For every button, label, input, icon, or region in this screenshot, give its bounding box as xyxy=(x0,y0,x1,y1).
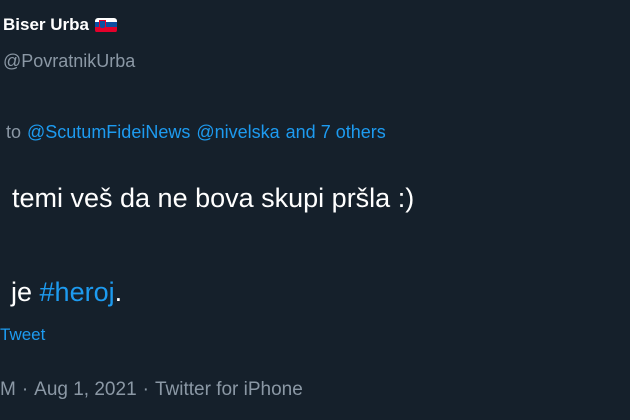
tweet-text-fragment: je xyxy=(11,277,33,307)
others-link[interactable]: and 7 others xyxy=(286,122,386,142)
translate-tweet-link[interactable]: Tweet xyxy=(0,325,45,345)
meta-separator: · xyxy=(142,379,149,400)
author-handle[interactable]: @PovratnikUrba xyxy=(3,50,135,72)
author-name-row[interactable]: Biser Urba xyxy=(3,14,117,36)
tweet-text-line-2: je #heroj. xyxy=(11,275,122,309)
tweet-time[interactable]: M xyxy=(0,379,16,400)
tweet-date[interactable]: Aug 1, 2021 xyxy=(34,379,136,400)
mention-link-nivelska[interactable]: @nivelska xyxy=(196,122,279,142)
tweet-source-link[interactable]: Twitter for iPhone xyxy=(155,379,303,400)
hashtag-link[interactable]: #heroj xyxy=(40,277,115,307)
meta-separator: · xyxy=(21,379,29,400)
replying-to-prefix: to xyxy=(6,122,22,142)
tweet-metadata: M · Aug 1, 2021 · Twitter for iPhone xyxy=(0,378,303,402)
tweet-text-line-1: temi veš da ne bova skupi pršla :) xyxy=(12,183,415,213)
replying-to-line: to @ScutumFideiNews @nivelska and 7 others xyxy=(6,121,386,143)
mention-link-scutumfideinews[interactable]: @ScutumFideiNews xyxy=(27,122,190,142)
slovenia-flag-icon xyxy=(94,17,117,33)
author-display-name[interactable]: Biser Urba xyxy=(3,14,89,36)
tweet-text-period: . xyxy=(114,277,123,307)
